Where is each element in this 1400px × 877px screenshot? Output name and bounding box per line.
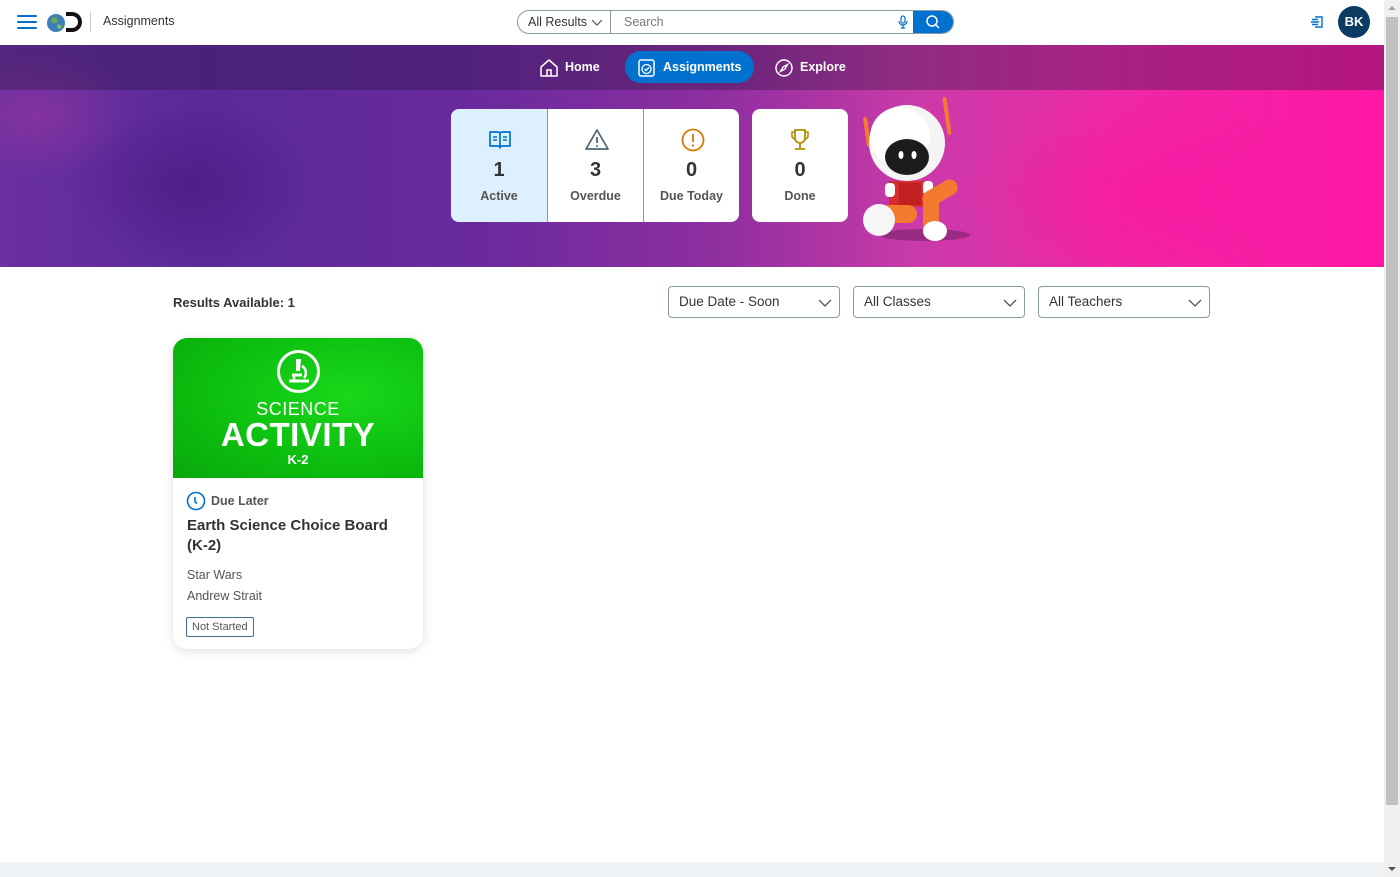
stat-overdue[interactable]: 3 Overdue	[547, 109, 643, 222]
stat-label: Done	[784, 189, 816, 203]
assignment-thumbnail: SCIENCE ACTIVITY K-2	[173, 338, 423, 478]
search-button[interactable]	[913, 11, 953, 33]
scroll-up-arrow-icon[interactable]	[1384, 0, 1400, 16]
stat-active[interactable]: 1 Active	[451, 109, 547, 222]
warning-triangle-icon	[585, 129, 609, 150]
chevron-down-icon	[591, 19, 603, 26]
stat-count: 0	[794, 159, 806, 181]
nav-label: Assignments	[663, 60, 742, 74]
hero-banner: Home Assignments Explore 1 Active 3 Over…	[0, 45, 1384, 267]
thumbnail-grade: K-2	[287, 452, 309, 467]
chevron-down-icon	[818, 299, 832, 307]
microscope-icon	[277, 350, 320, 393]
class-filter-value: All Classes	[864, 294, 931, 309]
vertical-scrollbar[interactable]	[1384, 0, 1400, 877]
stat-count: 0	[685, 159, 698, 181]
discovery-education-logo[interactable]	[46, 9, 84, 35]
app-title: Assignments	[103, 14, 175, 28]
clock-icon	[186, 491, 206, 511]
robot-mascot-illustration	[863, 97, 970, 241]
scrollbar-thumb[interactable]	[1386, 17, 1398, 805]
nav-explore[interactable]: Explore	[762, 51, 858, 83]
stat-count: 3	[589, 159, 602, 181]
exclamation-circle-icon	[681, 128, 705, 152]
stat-label: Due Today	[660, 189, 723, 203]
stat-done[interactable]: 0 Done	[752, 109, 848, 222]
teacher-name: Andrew Strait	[187, 589, 263, 603]
thumbnail-type: ACTIVITY	[220, 416, 376, 453]
sort-value: Due Date - Soon	[679, 294, 780, 309]
nav-label: Explore	[800, 60, 846, 74]
scroll-down-arrow-icon[interactable]	[1384, 861, 1400, 877]
stat-label: Active	[480, 189, 518, 203]
page: Assignments All Results BK	[0, 0, 1384, 877]
assignment-title[interactable]: Earth Science Choice Board (K-2)	[187, 516, 412, 556]
search-scope-label: All Results	[528, 15, 588, 29]
class-filter-dropdown[interactable]: All Classes	[853, 286, 1025, 318]
chevron-down-icon	[1188, 299, 1202, 307]
assignment-card[interactable]: SCIENCE ACTIVITY K-2 Due Later Earth Sci…	[173, 338, 423, 649]
exit-icon[interactable]	[1309, 14, 1325, 30]
top-header: Assignments All Results BK	[0, 0, 1384, 45]
nav-assignments[interactable]: Assignments	[625, 51, 754, 83]
assignment-check-icon	[638, 59, 655, 77]
microphone-icon[interactable]	[896, 15, 910, 29]
footer-strip	[0, 862, 1384, 877]
status-badge: Not Started	[186, 617, 254, 637]
teacher-filter-dropdown[interactable]: All Teachers	[1038, 286, 1210, 318]
stat-due-today[interactable]: 0 Due Today	[643, 109, 739, 222]
assignment-stats: 1 Active 3 Overdue 0 Due Today	[451, 109, 739, 222]
search-scope-dropdown[interactable]: All Results	[518, 11, 611, 33]
nav-home[interactable]: Home	[527, 51, 612, 83]
teacher-filter-value: All Teachers	[1049, 294, 1123, 309]
search-input[interactable]	[612, 11, 902, 33]
search-bar: All Results	[517, 10, 954, 34]
main-nav: Home Assignments Explore	[0, 45, 1384, 90]
due-status-label: Due Later	[211, 494, 269, 508]
home-icon	[540, 59, 558, 77]
trophy-icon	[791, 129, 809, 150]
stat-label: Overdue	[570, 189, 621, 203]
class-name: Star Wars	[187, 568, 243, 582]
compass-icon	[775, 59, 793, 77]
chevron-down-icon	[1003, 299, 1017, 307]
sort-dropdown[interactable]: Due Date - Soon	[668, 286, 840, 318]
stat-count: 1	[493, 159, 505, 181]
divider	[90, 12, 91, 32]
open-book-icon	[489, 131, 511, 149]
results-count: Results Available: 1	[173, 295, 295, 310]
nav-label: Home	[565, 60, 600, 74]
user-avatar[interactable]: BK	[1338, 6, 1370, 38]
search-icon	[926, 15, 940, 29]
menu-icon[interactable]	[17, 15, 37, 29]
